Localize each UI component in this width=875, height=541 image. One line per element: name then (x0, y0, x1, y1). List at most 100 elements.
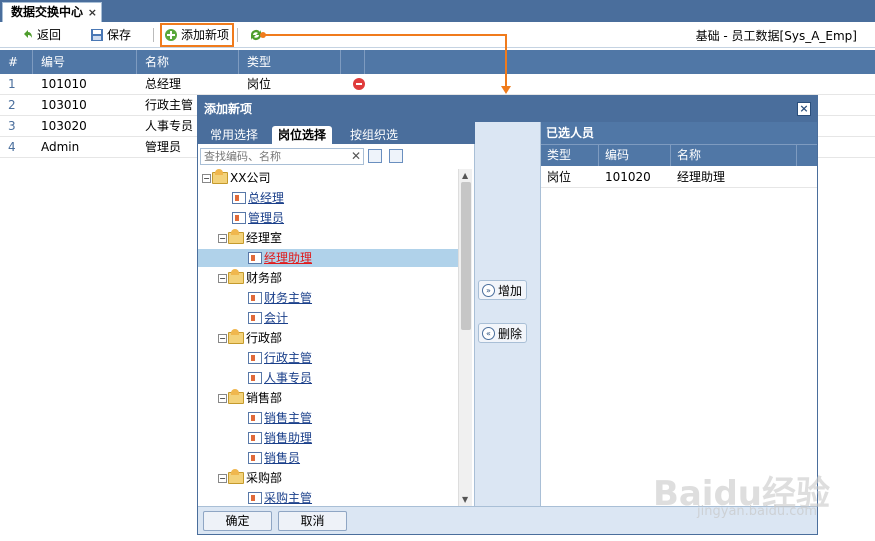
tree-node-folder[interactable]: − XX公司 (202, 169, 270, 187)
position-tree-pane: 查找编码、名称 ✕ − XX公司 总经理 管理员 − 经理室 经理助理 − 财务… (198, 144, 475, 506)
breadcrumb: 基础 - 员工数据[Sys_A_Emp] (695, 29, 857, 43)
tree-node-leaf[interactable]: 销售主管 (248, 409, 312, 427)
row-action (341, 74, 365, 94)
tab-close-icon[interactable]: × (88, 3, 97, 22)
scroll-down-icon[interactable]: ▼ (462, 495, 468, 504)
col-header-filler (365, 50, 875, 74)
folder-icon (228, 229, 244, 244)
add-selected-button[interactable]: » 增加 (478, 280, 527, 300)
row-code: Admin (41, 140, 80, 154)
tree-collapse-icon[interactable]: − (218, 473, 227, 483)
tree-node-label: 财务部 (246, 271, 283, 285)
double-right-arrow-icon: » (482, 283, 495, 297)
position-card-icon (248, 372, 262, 384)
position-card-icon (248, 352, 262, 364)
expand-all-icon[interactable] (368, 149, 382, 163)
tree-collapse-icon[interactable]: − (218, 273, 227, 283)
col-header-code[interactable]: 编号 (33, 50, 137, 74)
table-row[interactable]: 1 101010 总经理 岗位 (0, 74, 875, 95)
back-arrow-icon (24, 30, 32, 38)
tab-org-select[interactable]: 按组织选 (344, 126, 404, 144)
tree-node-leaf[interactable]: 销售员 (248, 449, 300, 467)
back-label: 返回 (37, 28, 62, 42)
cancel-button[interactable]: 取消 (278, 511, 347, 531)
position-card-icon (248, 432, 262, 444)
remove-selected-label: 删除 (498, 326, 523, 341)
dialog-title: 添加新项 (204, 102, 253, 116)
tree-node-label: 销售部 (246, 391, 283, 405)
tree-node-folder[interactable]: − 采购部 (218, 469, 282, 487)
tree-node-label: 销售员 (264, 451, 301, 465)
tree-collapse-icon[interactable]: − (218, 233, 227, 243)
tree-node-label: 总经理 (248, 191, 285, 205)
position-card-icon (232, 192, 246, 204)
tree-node-folder[interactable]: − 财务部 (218, 269, 282, 287)
ok-button[interactable]: 确定 (203, 511, 272, 531)
row-code: 101010 (41, 77, 87, 91)
tree-node-label: 经理室 (246, 231, 283, 245)
dialog-close-icon[interactable]: × (797, 102, 811, 116)
col-header-filler (797, 145, 817, 166)
col-header-type[interactable]: 类型 (541, 145, 599, 166)
row-index: 4 (8, 140, 16, 154)
tree-node-folder[interactable]: − 经理室 (218, 229, 282, 247)
tree-node-label: 财务主管 (264, 291, 313, 305)
scroll-up-icon[interactable]: ▲ (462, 171, 468, 180)
search-clear-icon[interactable]: ✕ (348, 148, 364, 165)
save-button[interactable]: 保存 (90, 26, 131, 44)
tree-collapse-icon[interactable]: − (218, 333, 227, 343)
row-type: 岗位 (247, 77, 272, 91)
tree-node-leaf[interactable]: 采购主管 (248, 489, 312, 506)
col-header-action (341, 50, 365, 74)
tree-node-leaf[interactable]: 人事专员 (248, 369, 312, 387)
tree-node-label: 经理助理 (264, 251, 313, 265)
search-input[interactable]: 查找编码、名称 (200, 148, 364, 165)
selected-row[interactable]: 岗位 101020 经理助理 (541, 166, 817, 188)
tree-node-leaf-selected[interactable]: 经理助理 (198, 249, 458, 267)
tree-collapse-icon[interactable]: − (218, 393, 227, 403)
tree-node-leaf[interactable]: 管理员 (232, 209, 284, 227)
tree-node-leaf[interactable]: 财务主管 (248, 289, 312, 307)
col-header-type[interactable]: 类型 (239, 50, 341, 74)
tree-node-folder[interactable]: − 行政部 (218, 329, 282, 347)
tree-node-leaf[interactable]: 销售助理 (248, 429, 312, 447)
col-header-code[interactable]: 编码 (599, 145, 671, 166)
remove-selected-button[interactable]: « 删除 (478, 323, 527, 343)
folder-icon (212, 169, 228, 184)
col-header-name[interactable]: 名称 (671, 145, 797, 166)
tree-collapse-icon[interactable]: − (202, 173, 211, 183)
selected-code: 101020 (605, 170, 651, 184)
tree-node-folder[interactable]: − 销售部 (218, 389, 282, 407)
folder-icon (228, 389, 244, 404)
position-card-icon (248, 412, 262, 424)
col-header-name[interactable]: 名称 (137, 50, 239, 74)
col-header-index[interactable]: # (0, 50, 33, 74)
tab-common-select[interactable]: 常用选择 (204, 126, 264, 144)
row-name: 总经理 (145, 77, 182, 91)
tree-node-label: 采购主管 (264, 491, 313, 505)
collapse-all-icon[interactable] (389, 149, 403, 163)
tree-node-leaf[interactable]: 行政主管 (248, 349, 312, 367)
position-card-icon (232, 212, 246, 224)
tree-scrollbar[interactable]: ▲ ▼ (458, 169, 472, 506)
back-button[interactable]: 返回 (20, 26, 61, 44)
scrollbar-thumb[interactable] (461, 182, 471, 330)
folder-icon (228, 269, 244, 284)
folder-icon (228, 329, 244, 344)
tab-data-exchange[interactable]: 数据交换中心 × (2, 2, 102, 22)
row-index: 2 (8, 98, 16, 112)
dialog-title-bar[interactable]: 添加新项 × (198, 96, 817, 122)
tree-node-label: 销售主管 (264, 411, 313, 425)
double-left-arrow-icon: « (482, 326, 495, 340)
tree-node-leaf[interactable]: 总经理 (232, 189, 284, 207)
tree-node-label: 销售助理 (264, 431, 313, 445)
annotation-connector-line (505, 34, 507, 88)
tree-node-leaf[interactable]: 会计 (248, 309, 288, 327)
add-new-highlight-box (160, 23, 234, 47)
selected-name: 经理助理 (677, 170, 726, 184)
row-index: 3 (8, 119, 16, 133)
tree-node-label: 行政部 (246, 331, 283, 345)
delete-icon[interactable] (353, 78, 365, 90)
row-code: 103010 (41, 98, 87, 112)
tab-position-select[interactable]: 岗位选择 (272, 126, 333, 144)
